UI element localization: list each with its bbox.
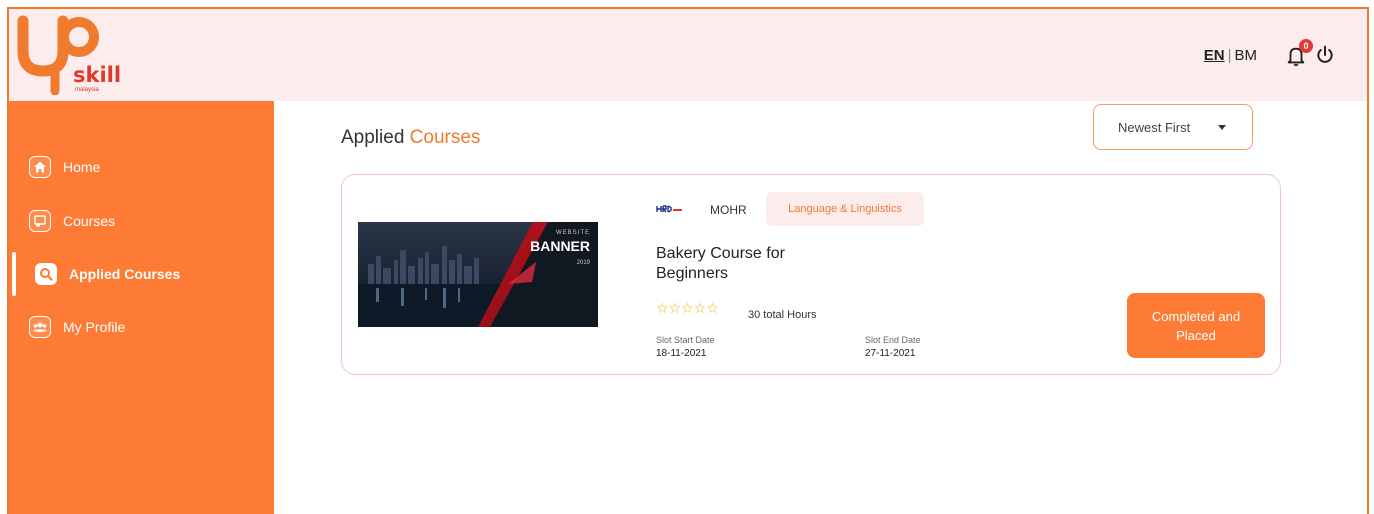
category-tag: Language & Linguistics <box>766 192 924 226</box>
course-card[interactable]: WEBSITE BANNER 2019 MOHR Language & Ling… <box>341 174 1281 375</box>
slot-start-label: Slot Start Date <box>656 335 715 345</box>
courses-icon <box>29 210 51 232</box>
top-header: skill malaysia EN | BM 0 <box>9 9 1367 101</box>
banner-small-title: WEBSITE <box>555 230 590 236</box>
total-hours: 30 total Hours <box>748 309 817 321</box>
sidebar-item-label: Courses <box>63 213 116 229</box>
logo-text: skill <box>73 63 122 87</box>
sidebar-item-label: My Profile <box>63 319 126 335</box>
home-icon <box>29 156 51 178</box>
lang-en-link[interactable]: EN <box>1204 47 1225 64</box>
notification-badge: 0 <box>1299 39 1313 53</box>
upskill-logo[interactable]: skill malaysia <box>17 15 127 96</box>
caret-down-icon <box>1218 125 1226 130</box>
page-title-part1: Applied <box>341 127 410 148</box>
page-title-part2: Courses <box>409 127 481 148</box>
provider-name: MOHR <box>710 203 747 217</box>
sidebar-item-label: Home <box>63 159 101 175</box>
sidebar-item-applied-courses[interactable]: Applied Courses <box>35 259 180 289</box>
sidebar: Home Courses Applied Courses My Profile <box>9 101 274 514</box>
slot-end-value: 27-11-2021 <box>865 348 916 359</box>
page-title: Applied Courses <box>341 127 480 149</box>
slot-end-label: Slot End Date <box>865 335 921 345</box>
star-rating: ☆☆☆☆☆ <box>656 301 719 317</box>
users-icon <box>29 316 51 338</box>
status-button[interactable]: Completed and Placed <box>1127 293 1265 358</box>
language-switcher: EN | BM <box>1204 47 1257 64</box>
slot-start-value: 18-11-2021 <box>656 348 707 359</box>
sort-label: Newest First <box>1118 119 1191 135</box>
banner-big-title: BANNER <box>530 238 590 254</box>
sidebar-item-my-profile[interactable]: My Profile <box>29 312 125 342</box>
sidebar-item-home[interactable]: Home <box>29 152 100 182</box>
sidebar-item-courses[interactable]: Courses <box>29 206 115 236</box>
lang-separator: | <box>1227 47 1232 64</box>
main-content: Applied Courses Newest First WEBSITE BAN… <box>274 101 1367 514</box>
hrd-logo-icon <box>656 205 682 213</box>
sort-dropdown[interactable]: Newest First <box>1093 104 1253 150</box>
power-icon[interactable] <box>1315 45 1335 65</box>
course-title[interactable]: Bakery Course for Beginners <box>656 244 856 284</box>
app-frame: skill malaysia EN | BM 0 Home Courses Ap… <box>7 7 1369 514</box>
active-indicator <box>12 252 16 296</box>
banner-year: 2019 <box>576 260 590 266</box>
logo-subtext: malaysia <box>75 87 99 93</box>
sidebar-item-label: Applied Courses <box>69 266 181 282</box>
search-icon <box>35 263 57 285</box>
lang-bm-link[interactable]: BM <box>1235 47 1258 64</box>
course-banner-image: WEBSITE BANNER 2019 <box>358 222 598 327</box>
